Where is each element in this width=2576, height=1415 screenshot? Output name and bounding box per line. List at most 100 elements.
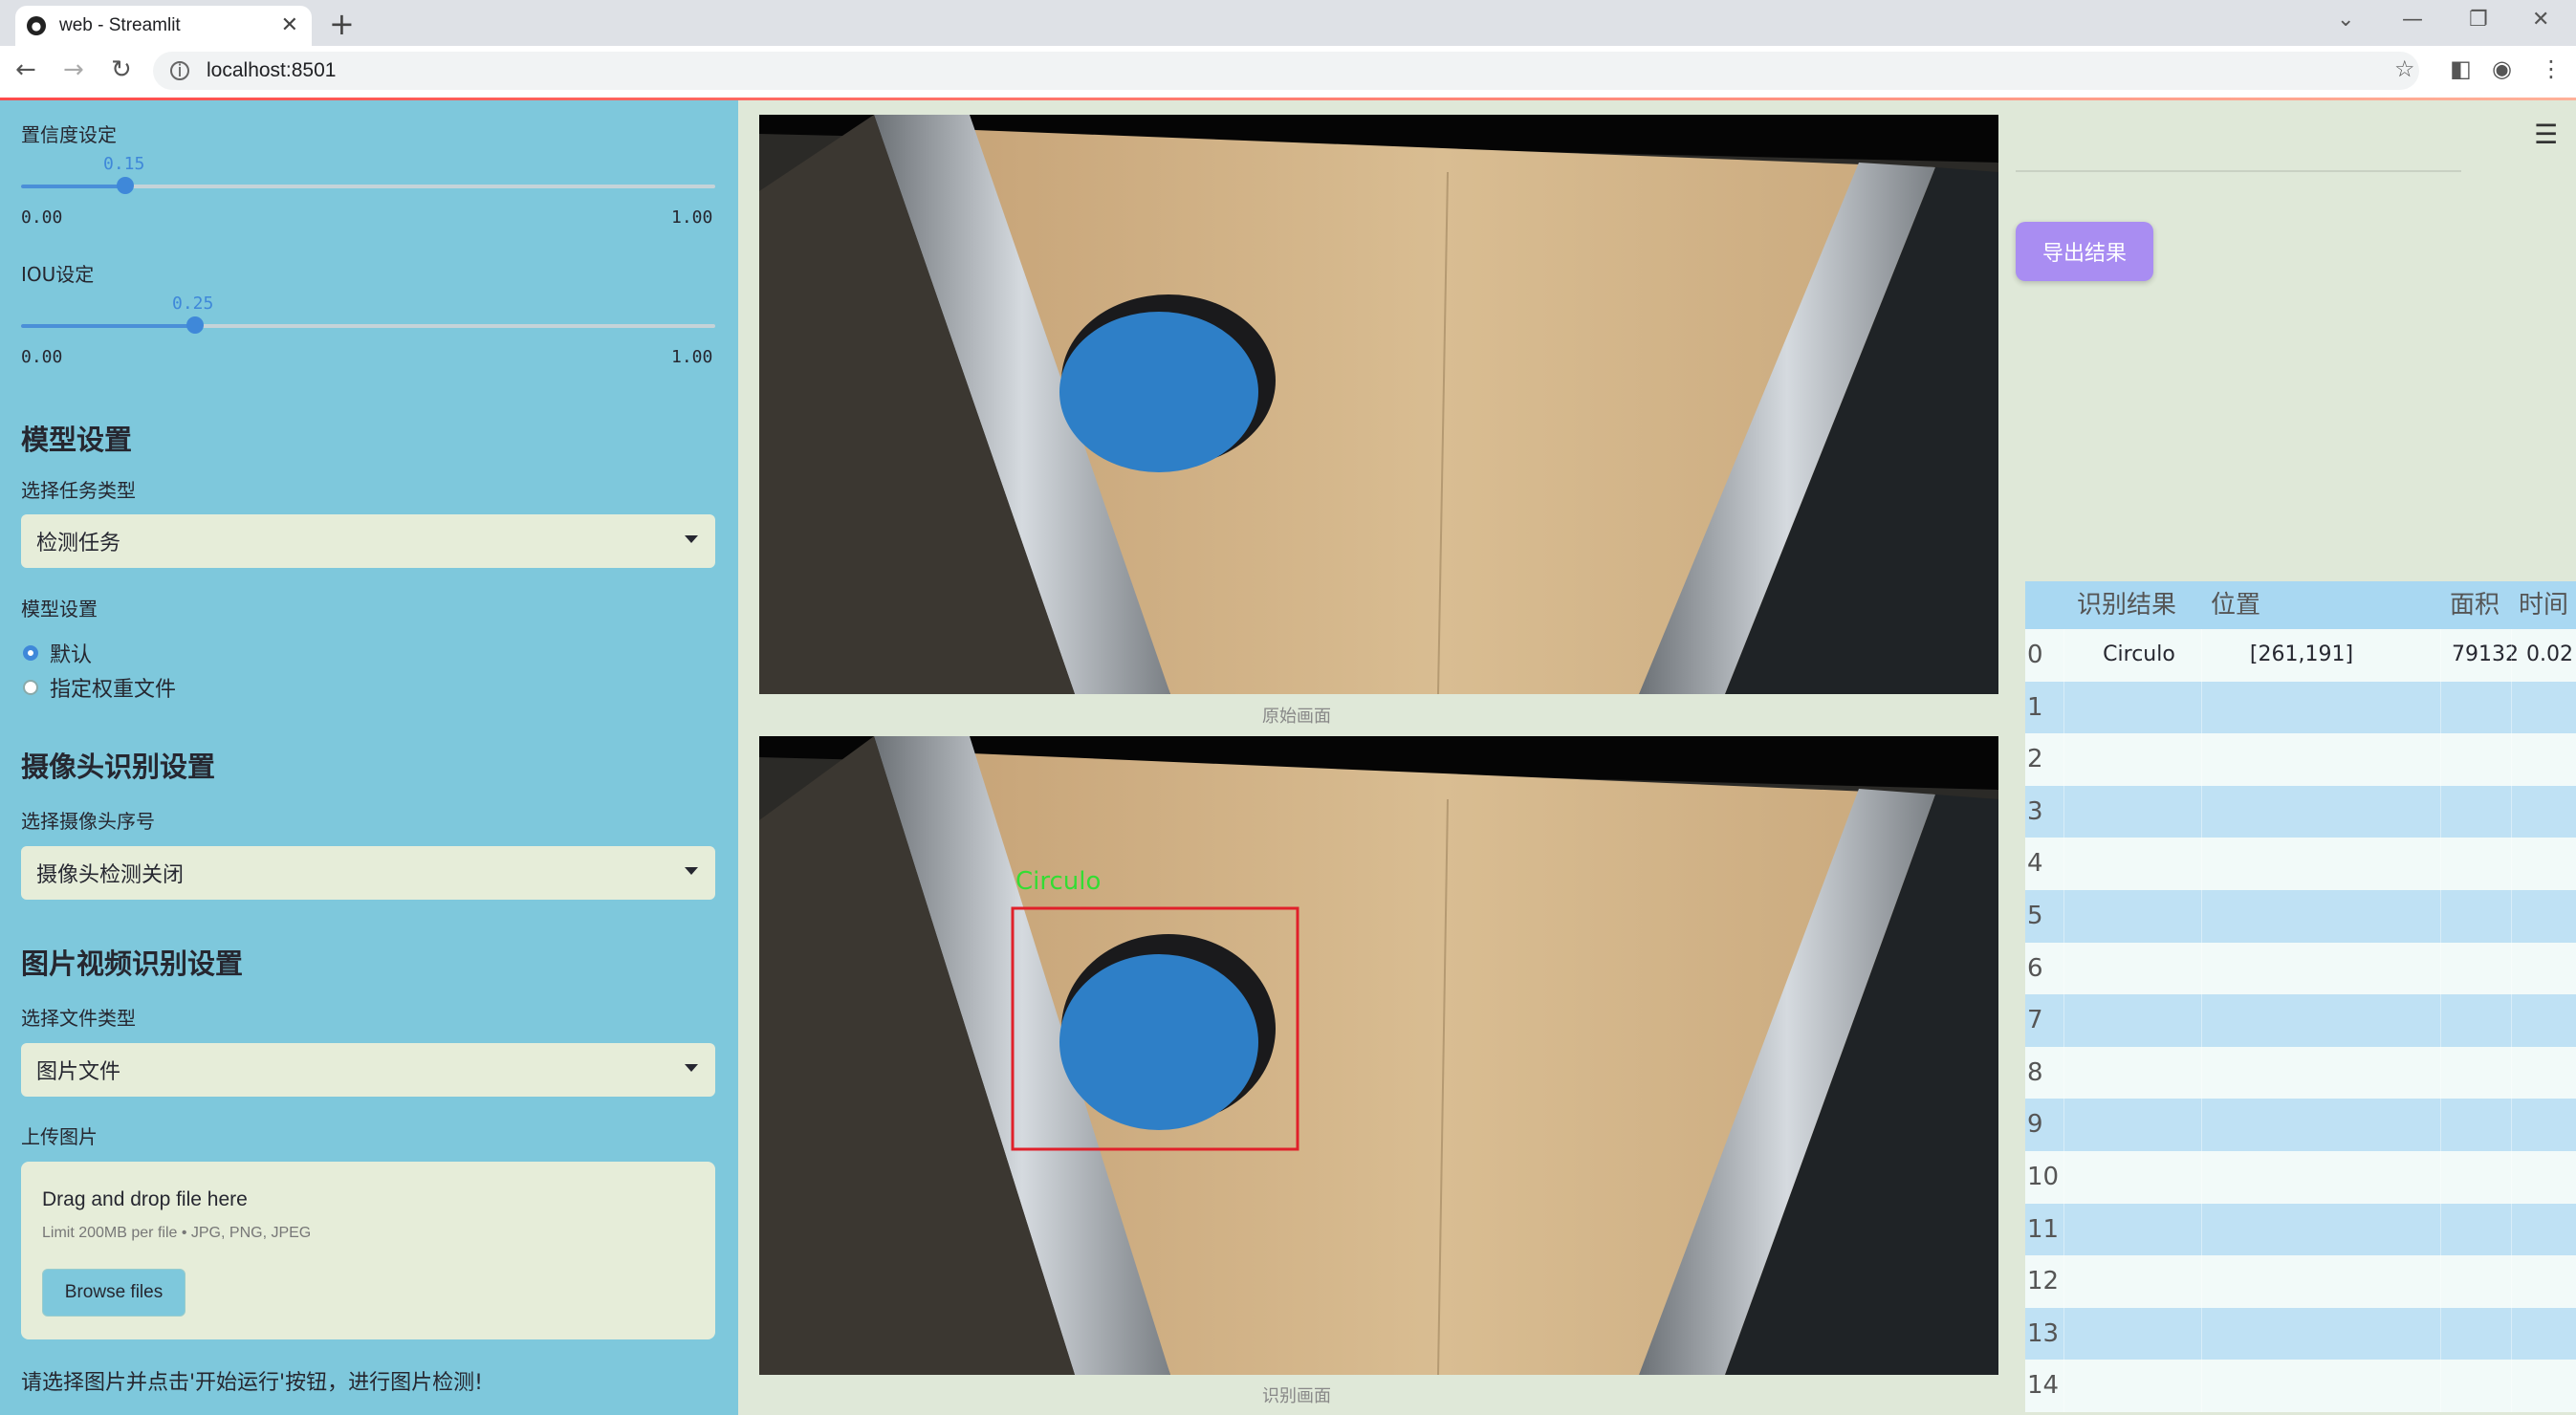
cell-area[interactable] [2450, 733, 2519, 786]
cell-position[interactable] [2211, 786, 2392, 838]
cell-area[interactable] [2450, 838, 2519, 890]
radio-weights-file[interactable]: 指定权重文件 [23, 672, 176, 703]
table-row[interactable]: 5 [2025, 890, 2576, 943]
cell-area[interactable] [2450, 994, 2519, 1047]
cell-area[interactable] [2450, 1047, 2519, 1099]
cell-area[interactable] [2450, 1255, 2519, 1308]
confidence-slider[interactable] [21, 177, 715, 194]
cell-area[interactable] [2450, 890, 2519, 943]
table-row[interactable]: 0 Circulo [261,191] 79132 0.02 [2025, 629, 2576, 682]
cell-position[interactable] [2211, 1255, 2392, 1308]
cell-result[interactable] [2077, 1308, 2201, 1361]
cell-result[interactable] [2077, 1047, 2201, 1099]
cell-time[interactable] [2526, 733, 2576, 786]
bookmark-star-icon[interactable]: ☆ [2394, 55, 2415, 82]
cell-time[interactable] [2526, 1308, 2576, 1361]
cell-position[interactable] [2211, 1308, 2392, 1361]
task-type-select[interactable]: 检测任务 [21, 514, 715, 568]
cell-result[interactable] [2077, 943, 2201, 995]
cell-time[interactable] [2526, 838, 2576, 890]
cell-result[interactable]: Circulo [2077, 629, 2201, 682]
cell-time[interactable] [2526, 994, 2576, 1047]
cell-area[interactable] [2450, 786, 2519, 838]
cell-time[interactable] [2526, 943, 2576, 995]
side-panel-icon[interactable]: ◧ [2450, 55, 2472, 82]
reload-icon[interactable]: ↻ [111, 55, 132, 84]
cell-position[interactable]: [261,191] [2211, 629, 2392, 682]
cell-result[interactable] [2077, 890, 2201, 943]
cell-position[interactable] [2211, 1204, 2392, 1256]
radio-default[interactable]: 默认 [23, 638, 92, 668]
site-info-icon[interactable]: i [170, 61, 189, 81]
cell-time[interactable] [2526, 1204, 2576, 1256]
cell-position[interactable] [2211, 1360, 2392, 1412]
cell-area[interactable] [2450, 1308, 2519, 1361]
table-row[interactable]: 9 [2025, 1099, 2576, 1151]
cell-time[interactable] [2526, 1151, 2576, 1204]
cell-position[interactable] [2211, 943, 2392, 995]
table-row[interactable]: 4 [2025, 838, 2576, 890]
table-row[interactable]: 3 [2025, 785, 2576, 838]
cell-result[interactable] [2077, 733, 2201, 786]
table-row[interactable]: 14 [2025, 1360, 2576, 1412]
minimize-icon[interactable]: — [2402, 8, 2423, 32]
hamburger-menu-icon[interactable]: ☰ [2534, 119, 2558, 150]
browse-files-button[interactable]: Browse files [42, 1269, 186, 1317]
table-row[interactable]: 11 [2025, 1203, 2576, 1256]
cell-result[interactable] [2077, 682, 2201, 734]
header-position[interactable]: 位置 [2211, 581, 2260, 629]
file-type-select[interactable]: 图片文件 [21, 1043, 715, 1097]
export-results-button[interactable]: 导出结果 [2016, 222, 2153, 281]
browser-tab[interactable]: ● web - Streamlit ✕ [15, 6, 312, 46]
cell-area[interactable] [2450, 682, 2519, 734]
cell-result[interactable] [2077, 1099, 2201, 1151]
cell-time[interactable] [2526, 682, 2576, 734]
cell-position[interactable] [2211, 838, 2392, 890]
file-uploader-dropzone[interactable]: Drag and drop file here Limit 200MB per … [21, 1162, 715, 1339]
cell-position[interactable] [2211, 994, 2392, 1047]
cell-time[interactable] [2526, 1255, 2576, 1308]
cell-time[interactable] [2526, 1360, 2576, 1412]
url-field[interactable]: i localhost:8501 [153, 52, 2419, 90]
tab-search-icon[interactable]: ⌄ [2337, 8, 2354, 32]
table-row[interactable]: 13 [2025, 1307, 2576, 1361]
cell-time[interactable] [2526, 1099, 2576, 1151]
restore-icon[interactable]: ❐ [2469, 8, 2488, 32]
cell-result[interactable] [2077, 1360, 2201, 1412]
cell-result[interactable] [2077, 1255, 2201, 1308]
table-row[interactable]: 6 [2025, 942, 2576, 995]
confidence-slider-thumb[interactable] [116, 177, 134, 194]
cell-position[interactable] [2211, 733, 2392, 786]
forward-icon[interactable]: → [63, 55, 84, 84]
header-result[interactable]: 识别结果 [2077, 581, 2176, 629]
table-row[interactable]: 2 [2025, 733, 2576, 786]
back-icon[interactable]: ← [15, 55, 36, 84]
cell-time[interactable] [2526, 786, 2576, 838]
cell-position[interactable] [2211, 890, 2392, 943]
cell-time[interactable] [2526, 1047, 2576, 1099]
profile-avatar-icon[interactable]: ◉ [2492, 55, 2512, 82]
cell-result[interactable] [2077, 1204, 2201, 1256]
cell-time[interactable] [2526, 890, 2576, 943]
cell-time[interactable]: 0.02 [2526, 629, 2576, 682]
cell-result[interactable] [2077, 786, 2201, 838]
cell-area[interactable] [2450, 1360, 2519, 1412]
table-row[interactable]: 1 [2025, 681, 2576, 734]
table-row[interactable]: 8 [2025, 1046, 2576, 1099]
header-time[interactable]: 时间 [2519, 581, 2568, 629]
table-row[interactable]: 10 [2025, 1151, 2576, 1204]
cell-area[interactable] [2450, 1151, 2519, 1204]
cell-position[interactable] [2211, 1151, 2392, 1204]
window-close-icon[interactable]: ✕ [2532, 8, 2549, 32]
cell-position[interactable] [2211, 1099, 2392, 1151]
cell-position[interactable] [2211, 1047, 2392, 1099]
close-tab-icon[interactable]: ✕ [281, 13, 298, 37]
header-area[interactable]: 面积 [2450, 581, 2500, 629]
table-row[interactable]: 12 [2025, 1255, 2576, 1308]
more-menu-icon[interactable]: ⋮ [2540, 55, 2563, 82]
cell-position[interactable] [2211, 682, 2392, 734]
cell-result[interactable] [2077, 994, 2201, 1047]
cell-area[interactable] [2450, 1099, 2519, 1151]
iou-slider-thumb[interactable] [186, 316, 204, 334]
new-tab-icon[interactable]: + [329, 6, 355, 42]
